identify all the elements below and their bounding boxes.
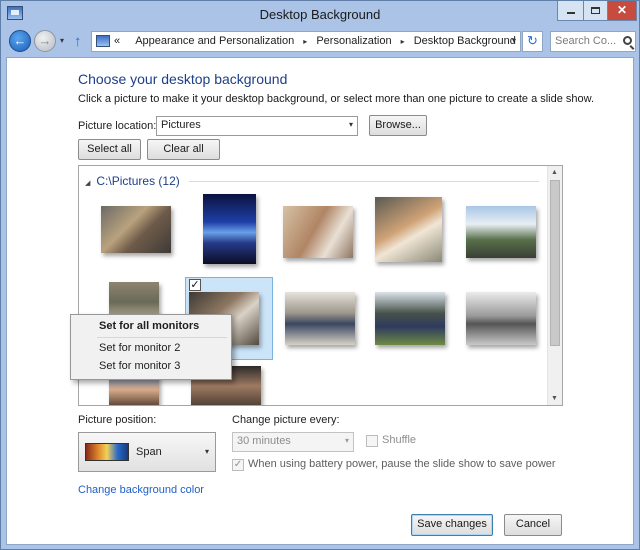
change-picture-label: Change picture every: — [232, 414, 340, 426]
shuffle-checkbox[interactable] — [366, 435, 378, 447]
address-bar[interactable]: « Appearance and Personalization ▸ Perso… — [91, 31, 521, 52]
battery-pause-label: When using battery power, pause the slid… — [248, 458, 556, 470]
minimize-icon — [566, 12, 575, 14]
chevron-down-icon: ▾ — [344, 436, 349, 445]
recent-pages-dropdown[interactable]: ▾ — [60, 36, 64, 45]
picture-thumbnail[interactable] — [285, 292, 355, 345]
chevron-down-icon: ▾ — [60, 36, 65, 45]
breadcrumb-desktop-background[interactable]: Desktop Background — [414, 35, 516, 47]
content-pane: Choose your desktop background Click a p… — [6, 57, 634, 545]
picture-location-label: Picture location: — [78, 120, 157, 132]
select-all-button[interactable]: Select all — [78, 139, 141, 160]
maximize-icon — [591, 7, 600, 14]
picture-thumbnail[interactable] — [375, 292, 445, 345]
clear-all-button[interactable]: Clear all — [147, 139, 220, 160]
instructions-text: Click a picture to make it your desktop … — [78, 93, 595, 105]
menu-item-set-all-monitors[interactable]: Set for all monitors — [99, 320, 199, 332]
interval-select[interactable]: 30 minutes ▾ — [232, 432, 354, 452]
chevron-down-icon: ▾ — [348, 120, 353, 129]
close-icon: ✕ — [616, 3, 628, 17]
arrow-right-icon: → — [38, 33, 52, 48]
window-title: Desktop Background — [259, 7, 381, 22]
browse-button[interactable]: Browse... — [369, 115, 427, 136]
control-panel-icon — [96, 35, 110, 47]
arrow-left-icon: ← — [13, 33, 27, 48]
picture-position-value: Span — [136, 446, 162, 458]
refresh-icon: ↻ — [527, 33, 538, 48]
change-background-color-link[interactable]: Change background color — [78, 484, 204, 496]
picture-checkbox[interactable]: ✓ — [189, 279, 201, 291]
chevron-down-icon: ▾ — [204, 447, 209, 456]
minimize-button[interactable] — [557, 1, 583, 21]
group-divider — [189, 181, 539, 182]
breadcrumb: « Appearance and Personalization ▸ Perso… — [114, 35, 516, 47]
gallery-scrollbar[interactable]: ▲ ▼ — [547, 166, 562, 405]
breadcrumb-overflow[interactable]: « — [114, 35, 120, 47]
scroll-thumb[interactable] — [550, 180, 560, 346]
picture-thumbnail[interactable] — [375, 197, 442, 262]
menu-separator — [97, 337, 227, 338]
span-preview-icon — [85, 443, 129, 461]
interval-value: 30 minutes — [237, 435, 291, 447]
search-input[interactable]: Search Co... — [550, 31, 636, 52]
picture-position-label: Picture position: — [78, 414, 157, 426]
shuffle-label: Shuffle — [382, 434, 417, 446]
group-header[interactable]: ◢ C:\Pictures (12) — [85, 174, 180, 188]
maximize-button[interactable] — [583, 1, 607, 21]
picture-location-select[interactable]: Pictures ▾ — [156, 116, 358, 136]
forward-button[interactable]: → — [34, 30, 56, 52]
navigation-bar: ← → ▾ ↑ « Appearance and Personalization… — [1, 29, 639, 55]
breadcrumb-separator-icon: ▸ — [400, 37, 405, 46]
breadcrumb-appearance[interactable]: Appearance and Personalization — [135, 35, 294, 47]
close-button[interactable]: ✕ — [607, 1, 637, 21]
breadcrumb-separator-icon: ▸ — [303, 37, 308, 46]
address-history-chevron-icon[interactable]: ▾ — [512, 36, 516, 45]
arrow-up-icon: ↑ — [74, 33, 82, 50]
scroll-down-icon[interactable]: ▼ — [551, 395, 558, 402]
picture-thumbnail[interactable] — [466, 206, 536, 258]
picture-position-select[interactable]: Span ▾ — [78, 432, 216, 472]
desktop-background-window: Desktop Background ✕ ← → ▾ ↑ « Appearanc… — [0, 0, 640, 550]
menu-item-set-monitor-2[interactable]: Set for monitor 2 — [99, 342, 180, 354]
refresh-button[interactable]: ↻ — [522, 31, 543, 52]
picture-thumbnail[interactable] — [283, 206, 353, 258]
context-menu: Set for all monitors Set for monitor 2 S… — [70, 314, 232, 380]
picture-thumbnail[interactable] — [466, 292, 536, 345]
picture-thumbnail[interactable] — [101, 206, 171, 253]
save-changes-button[interactable]: Save changes — [411, 514, 493, 536]
back-button[interactable]: ← — [9, 30, 31, 52]
scroll-up-icon[interactable]: ▲ — [551, 169, 558, 176]
page-title: Choose your desktop background — [78, 71, 288, 87]
picture-thumbnail[interactable] — [203, 194, 256, 264]
cancel-button[interactable]: Cancel — [504, 514, 562, 536]
menu-item-set-monitor-3[interactable]: Set for monitor 3 — [99, 360, 180, 372]
breadcrumb-personalization[interactable]: Personalization — [316, 35, 391, 47]
group-title: C:\Pictures (12) — [96, 174, 180, 188]
search-icon[interactable] — [623, 36, 632, 45]
search-placeholder: Search Co... — [555, 35, 617, 47]
up-button[interactable]: ↑ — [74, 33, 82, 50]
collapse-triangle-icon: ◢ — [85, 180, 91, 187]
battery-pause-checkbox[interactable]: ✓ — [232, 459, 244, 471]
title-bar: Desktop Background ✕ — [1, 1, 639, 29]
picture-location-value: Pictures — [161, 119, 201, 131]
